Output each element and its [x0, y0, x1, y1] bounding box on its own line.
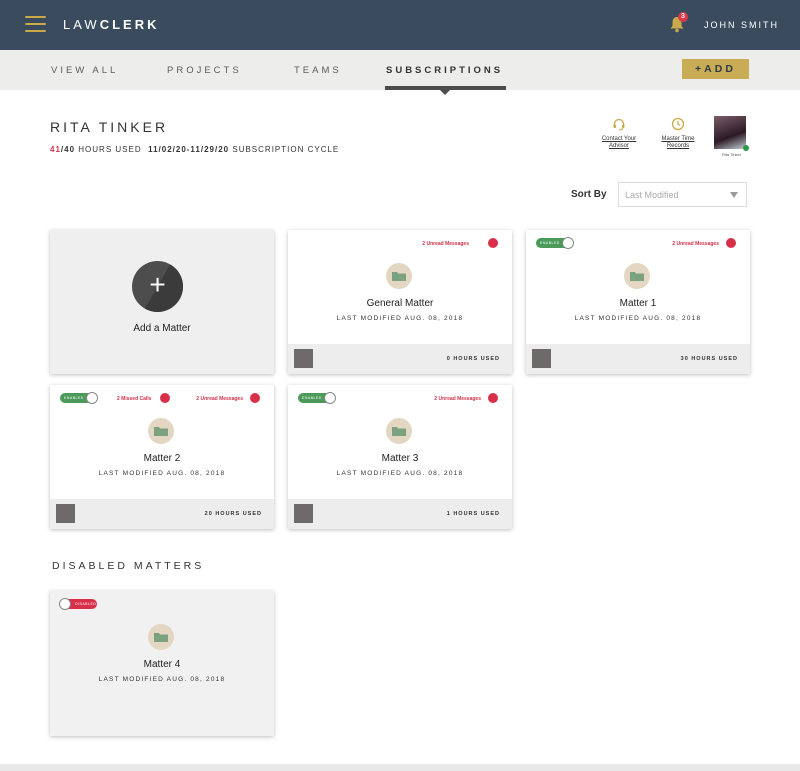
unread-messages-label: 2 Unread Messages: [196, 396, 243, 402]
sort-by-label: Sort By: [571, 189, 607, 200]
active-tab-caret: [440, 90, 450, 95]
tab-teams[interactable]: TEAMS: [294, 65, 342, 76]
hours-used-label: 0 HOURS USED: [446, 356, 500, 362]
hours-total-value: /40: [60, 145, 76, 154]
contact-advisor-button[interactable]: Contact Your Advisor: [596, 117, 642, 150]
matter-modified: LAST MODIFIED AUG. 08, 2018: [98, 470, 226, 477]
assignee-avatar[interactable]: [532, 349, 551, 368]
matter-title: Matter 1: [619, 298, 657, 309]
enable-toggle[interactable]: ENABLED: [298, 392, 336, 404]
cycle-dates: 11/02/20-11/29/20: [148, 145, 230, 154]
contact-advisor-label: Contact Your Advisor: [601, 136, 637, 149]
tab-view-all[interactable]: VIEW ALL: [51, 65, 118, 76]
assignee-avatar[interactable]: [56, 504, 75, 523]
unread-indicator-icon: [250, 393, 260, 403]
matter-modified: LAST MODIFIED AUG. 08, 2018: [336, 470, 464, 477]
matter-modified: LAST MODIFIED AUG. 08, 2018: [98, 676, 226, 683]
chevron-down-icon: [730, 192, 738, 198]
unread-messages-label: 2 Unread Messages: [422, 241, 469, 247]
matter-title: Matter 4: [143, 659, 181, 670]
sort-select-value: Last Modified: [625, 190, 679, 200]
matter-title: Matter 3: [381, 453, 419, 464]
enable-toggle[interactable]: DISABLED: [59, 598, 97, 610]
disabled-matter-card[interactable]: DISABLED Matter 4 LAST MODIFIED AUG. 08,…: [50, 591, 274, 736]
disabled-matters-heading: DISABLED MATTERS: [52, 560, 205, 572]
plus-icon: +: [132, 261, 183, 312]
hours-used-label: 20 HOURS USED: [204, 511, 262, 517]
page-title: RITA TINKER: [50, 119, 169, 135]
matter-modified: LAST MODIFIED AUG. 08, 2018: [336, 315, 464, 322]
assignee-avatar[interactable]: [294, 349, 313, 368]
avatar-name: Rita Tinker: [722, 152, 742, 157]
unread-indicator-icon: [488, 238, 498, 248]
matter-footer: 0 HOURS USED: [288, 344, 512, 374]
cycle-label: SUBSCRIPTION CYCLE: [232, 145, 340, 154]
missed-calls-indicator-icon: [160, 393, 170, 403]
folder-icon: [624, 263, 650, 289]
missed-calls-label: 2 Missed Calls: [117, 396, 152, 402]
unread-indicator-icon: [488, 393, 498, 403]
tab-projects[interactable]: PROJECTS: [167, 65, 242, 76]
matter-card[interactable]: ENABLED 2 Unread Messages Matter 3 LAST …: [288, 385, 512, 529]
matter-modified: LAST MODIFIED AUG. 08, 2018: [574, 315, 702, 322]
unread-messages-label: 2 Unread Messages: [672, 241, 719, 247]
clock-icon: [671, 117, 685, 131]
add-button[interactable]: +ADD: [682, 59, 749, 79]
assignee-avatar[interactable]: [294, 504, 313, 523]
master-time-label: Master Time Records: [661, 136, 695, 149]
matter-card[interactable]: ENABLED 2 Unread Messages Matter 1 LAST …: [526, 230, 750, 374]
folder-icon: [148, 624, 174, 650]
sort-select[interactable]: Last Modified: [618, 182, 747, 207]
folder-icon: [386, 263, 412, 289]
add-matter-label: Add a Matter: [133, 323, 191, 334]
user-name[interactable]: JOHN SMITH: [704, 20, 779, 30]
nav-bar: VIEW ALL PROJECTS TEAMS SUBSCRIPTIONS: [0, 50, 800, 95]
master-time-records-button[interactable]: Master Time Records: [656, 117, 700, 150]
hours-used-value: 41: [50, 145, 61, 154]
add-matter-card[interactable]: + Add a Matter: [50, 230, 274, 374]
unread-indicator-icon: [726, 238, 736, 248]
enable-toggle[interactable]: ENABLED: [536, 237, 574, 249]
matter-card[interactable]: ENABLED 2 Missed Calls 2 Unread Messages…: [50, 385, 274, 529]
hours-used-label: HOURS USED: [78, 145, 142, 154]
matter-card[interactable]: 2 Unread Messages General Matter LAST MO…: [288, 230, 512, 374]
subscription-summary: 41/40 HOURS USED 11/02/20-11/29/20 SUBSC…: [50, 145, 339, 154]
folder-icon: [148, 418, 174, 444]
matter-footer: 1 HOURS USED: [288, 499, 512, 529]
app-logo[interactable]: LAWCLERK: [63, 17, 159, 32]
hours-used-label: 30 HOURS USED: [680, 356, 738, 362]
page-bottom-border: [0, 764, 800, 771]
folder-icon: [386, 418, 412, 444]
top-bar: LAWCLERK 3 JOHN SMITH: [0, 0, 800, 50]
unread-messages-label: 2 Unread Messages: [434, 396, 481, 402]
matter-title: Matter 2: [143, 453, 181, 464]
notification-badge: 3: [678, 12, 688, 22]
matter-title: General Matter: [366, 298, 434, 309]
enable-toggle[interactable]: ENABLED: [60, 392, 98, 404]
online-status-icon: [743, 145, 749, 151]
matter-footer: 30 HOURS USED: [526, 344, 750, 374]
headset-icon: [613, 118, 625, 131]
matter-footer: 20 HOURS USED: [50, 499, 274, 529]
avatar[interactable]: [714, 116, 746, 149]
bell-icon[interactable]: 3: [668, 12, 688, 33]
tab-subscriptions[interactable]: SUBSCRIPTIONS: [386, 65, 503, 76]
menu-icon[interactable]: [25, 16, 46, 32]
hours-used-label: 1 HOURS USED: [446, 511, 500, 517]
